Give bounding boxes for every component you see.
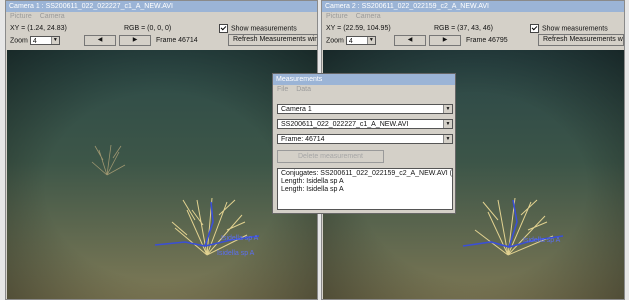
checkbox-checked[interactable]: [219, 24, 228, 33]
chevron-down-icon[interactable]: ▼: [50, 37, 59, 44]
measurements-list[interactable]: Conjugates: SS200611_022_022159_c2_A_NEW…: [277, 168, 453, 210]
camera-1-menubar: Picture Camera: [6, 12, 317, 22]
camera-select-value: Camera 1: [281, 106, 312, 113]
camera-2-title: Camera 2 : SS200611_022_022159_c2_A_NEW.…: [322, 1, 624, 12]
frame-number: Frame 46714: [156, 37, 198, 44]
chevron-down-icon[interactable]: ▼: [443, 105, 452, 113]
menu-camera[interactable]: Camera: [40, 13, 65, 20]
zoom-control: Zoom 4 ▼: [326, 36, 376, 46]
rgb-readout: RGB = (0, 0, 0): [124, 25, 172, 32]
file-select-value: SS200611_022_022227_c1_A_NEW.AVI: [281, 121, 409, 128]
chevron-down-icon[interactable]: ▼: [366, 37, 375, 44]
prev-frame-button[interactable]: ◀: [394, 35, 426, 46]
next-frame-button[interactable]: ▶: [119, 35, 151, 46]
camera-select[interactable]: Camera 1 ▼: [277, 104, 453, 114]
xy-readout: XY = (22.59, 104.95): [326, 25, 391, 32]
frame-number: Frame 46795: [466, 37, 508, 44]
menu-camera[interactable]: Camera: [356, 13, 381, 20]
species-label: Isidella sp A: [221, 235, 259, 242]
zoom-control: Zoom 4 ▼: [10, 36, 60, 46]
refresh-measurements-button[interactable]: Refresh Measurements window: [538, 34, 624, 46]
measurements-dialog: Measurements File Data Camera 1 ▼ SS20061…: [272, 73, 456, 214]
show-measurements-label: Show measurements: [542, 25, 608, 33]
species-label: Isidella sp A: [217, 250, 255, 257]
seafloor-video-frame: Isidella sp A Isidella sp A: [7, 50, 317, 299]
menu-picture[interactable]: Picture: [326, 13, 348, 20]
delete-measurement-button[interactable]: Delete measurement: [277, 150, 384, 163]
arrow-left-icon: ◀: [97, 37, 103, 43]
show-measurements-checkbox[interactable]: Show measurements: [530, 24, 608, 34]
list-item[interactable]: Length: Isidella sp A: [281, 178, 449, 186]
checkbox-checked[interactable]: [530, 24, 539, 33]
arrow-left-icon: ◀: [407, 37, 413, 43]
arrow-right-icon: ▶: [132, 37, 138, 43]
show-measurements-label: Show measurements: [231, 25, 297, 33]
camera-1-video[interactable]: Isidella sp A Isidella sp A: [7, 50, 317, 299]
zoom-value: 4: [32, 38, 37, 45]
camera-1-title: Camera 1 : SS200611_022_022227_c1_A_NEW.…: [6, 1, 317, 12]
refresh-measurements-button[interactable]: Refresh Measurements window: [228, 34, 318, 46]
arrow-right-icon: ▶: [442, 37, 448, 43]
species-label: Isidella sp A: [523, 237, 561, 244]
measurements-menubar: File Data: [273, 85, 455, 95]
xy-readout: XY = (1.24, 24.83): [10, 25, 67, 32]
frame-select[interactable]: Frame: 46714 ▼: [277, 134, 453, 144]
menu-picture[interactable]: Picture: [10, 13, 32, 20]
chevron-down-icon[interactable]: ▼: [443, 120, 452, 128]
frame-select-value: Frame: 46714: [281, 136, 325, 143]
rgb-readout: RGB = (37, 43, 46): [434, 25, 493, 32]
menu-data[interactable]: Data: [296, 86, 311, 93]
zoom-select[interactable]: 4 ▼: [345, 36, 376, 45]
prev-frame-button[interactable]: ◀: [84, 35, 116, 46]
list-item[interactable]: Length: Isidella sp A: [281, 186, 449, 194]
chevron-down-icon[interactable]: ▼: [443, 135, 452, 143]
zoom-label: Zoom: [326, 37, 344, 45]
zoom-select[interactable]: 4 ▼: [29, 36, 60, 45]
menu-file[interactable]: File: [277, 86, 288, 93]
file-select[interactable]: SS200611_022_022227_c1_A_NEW.AVI ▼: [277, 119, 453, 129]
camera-2-menubar: Picture Camera: [322, 12, 624, 22]
show-measurements-checkbox[interactable]: Show measurements: [219, 24, 297, 34]
next-frame-button[interactable]: ▶: [429, 35, 461, 46]
list-item[interactable]: Conjugates: SS200611_022_022159_c2_A_NEW…: [281, 170, 452, 178]
zoom-value: 4: [348, 38, 353, 45]
zoom-label: Zoom: [10, 37, 28, 45]
measurements-dialog-title: Measurements: [273, 74, 455, 85]
